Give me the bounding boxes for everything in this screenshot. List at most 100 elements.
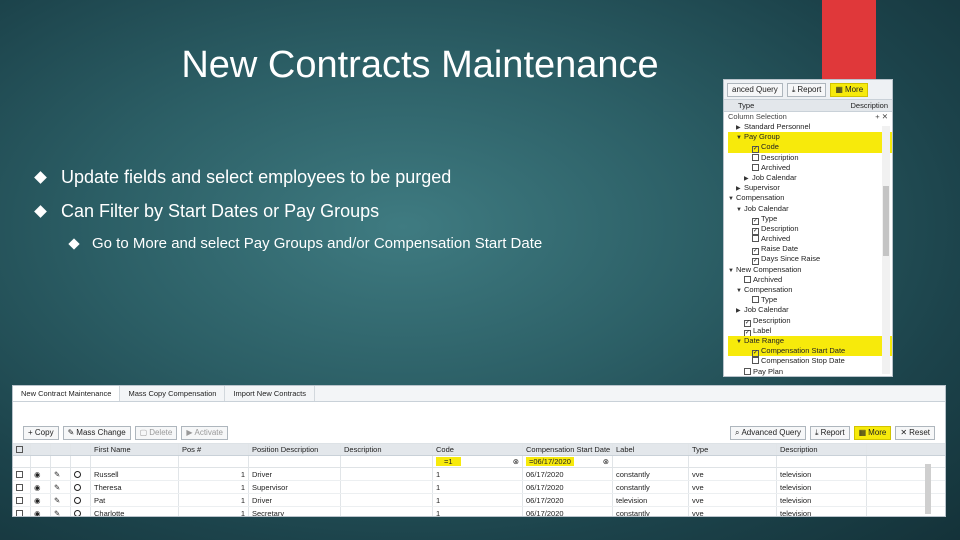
table-row[interactable]: ◉ ✎ Charlotte 1 Secretary 1 06/17/2020 constant… bbox=[13, 507, 945, 517]
tab-mass-copy-compensation[interactable]: Mass Copy Compensation bbox=[120, 386, 226, 401]
checkbox[interactable] bbox=[752, 235, 759, 243]
status-icon[interactable] bbox=[74, 470, 81, 478]
checkbox[interactable] bbox=[744, 275, 751, 283]
tree-node[interactable]: ✓ Description bbox=[728, 316, 892, 327]
tree-node[interactable]: ▶ Job Calendar bbox=[728, 173, 892, 183]
view-icon[interactable]: ◉ bbox=[34, 496, 41, 505]
clear-icon[interactable]: ⊗ bbox=[603, 457, 609, 466]
table-row[interactable]: ◉ ✎ Russell 1 Driver 1 06/17/2020 constantly vve… bbox=[13, 468, 945, 481]
tree-node[interactable]: Archived bbox=[728, 163, 892, 173]
column-header[interactable] bbox=[13, 444, 31, 455]
status-icon[interactable] bbox=[74, 483, 81, 491]
edit-icon[interactable]: ✎ bbox=[54, 483, 60, 492]
column-header[interactable]: First Name bbox=[91, 444, 179, 455]
edit-icon[interactable]: ✎ bbox=[54, 470, 60, 479]
reset-button[interactable]: ✕ Reset bbox=[895, 425, 935, 440]
tree-node[interactable]: ✓ Description bbox=[728, 224, 892, 235]
report-button[interactable]: ⤓ Report bbox=[786, 82, 827, 97]
checkbox[interactable] bbox=[752, 357, 759, 365]
column-header[interactable]: Compensation Start Date bbox=[523, 444, 613, 455]
column-header[interactable]: Position Description bbox=[249, 444, 341, 455]
status-icon[interactable] bbox=[74, 496, 81, 504]
tab-import-new-contracts[interactable]: Import New Contracts bbox=[225, 386, 315, 401]
tree-node[interactable]: ✓ Compensation Start Date bbox=[728, 346, 892, 358]
mass-change-button[interactable]: ✎ Mass Change bbox=[62, 425, 131, 440]
tree-node[interactable]: Compensation Stop Date bbox=[728, 356, 892, 366]
row-checkbox[interactable] bbox=[16, 496, 23, 504]
cell-pos_desc: Driver bbox=[249, 494, 341, 506]
tree-node[interactable]: Description bbox=[728, 153, 892, 163]
code-filter-input[interactable]: =1 ⊗ bbox=[433, 456, 523, 467]
tree-node[interactable]: ▶ Job Calendar bbox=[728, 305, 892, 315]
advanced-query-button[interactable]: ⌕ Advanced Query bbox=[729, 425, 807, 440]
cell-pos: 1 bbox=[179, 481, 249, 493]
checkbox[interactable] bbox=[752, 163, 759, 171]
column-header[interactable]: Pos # bbox=[179, 444, 249, 455]
column-header[interactable] bbox=[71, 444, 91, 455]
tree-node[interactable]: Archived bbox=[728, 234, 892, 244]
tab-new-contract-maintenance[interactable]: New Contract Maintenance bbox=[13, 386, 121, 401]
tree-node[interactable]: ✓ Label bbox=[728, 326, 892, 337]
column-header[interactable]: Description bbox=[341, 444, 433, 455]
tree-node[interactable]: ▼ Job Calendar bbox=[728, 204, 892, 214]
edit-icon[interactable]: ✎ bbox=[54, 496, 60, 505]
edit-icon[interactable]: ✎ bbox=[54, 509, 60, 517]
activate-button[interactable]: ▶ Activate bbox=[181, 425, 228, 440]
more-button[interactable]: ▦ More bbox=[853, 425, 892, 440]
tree-node[interactable]: ▶ Supervisor bbox=[728, 183, 892, 193]
column-header[interactable]: Label bbox=[613, 444, 689, 455]
view-icon[interactable]: ◉ bbox=[34, 483, 41, 492]
cell-type: vve bbox=[689, 481, 777, 493]
tree-node[interactable]: ✓ Code bbox=[728, 142, 892, 154]
advanced-query-button[interactable]: anced Query bbox=[727, 82, 783, 97]
view-icon[interactable]: ◉ bbox=[34, 470, 41, 479]
tree-node[interactable]: ▼ Compensation bbox=[728, 285, 892, 295]
tree-node[interactable]: ▶ Standard Personnel bbox=[728, 122, 892, 132]
grid-scrollbar[interactable] bbox=[925, 464, 931, 514]
row-checkbox[interactable] bbox=[16, 509, 23, 516]
select-all-checkbox[interactable] bbox=[16, 446, 23, 453]
tree-node[interactable]: Archived bbox=[728, 275, 892, 285]
tree-node[interactable]: ✓ Raise Date bbox=[728, 244, 892, 256]
copy-button[interactable]: + Copy bbox=[23, 425, 59, 440]
column-header[interactable] bbox=[51, 444, 71, 455]
column-header[interactable]: Description bbox=[777, 444, 867, 455]
tree-node[interactable]: ▼ New Compensation bbox=[728, 265, 892, 275]
row-checkbox[interactable] bbox=[16, 483, 23, 491]
tree-node-label: Supervisor bbox=[744, 183, 780, 193]
tree-node[interactable]: Pay Plan bbox=[728, 367, 892, 377]
more-button[interactable]: ▦ More bbox=[830, 82, 869, 97]
view-icon[interactable]: ◉ bbox=[34, 509, 41, 517]
checkbox[interactable] bbox=[744, 367, 751, 375]
scrollbar-thumb[interactable] bbox=[883, 186, 889, 256]
tree-node[interactable]: Type bbox=[728, 295, 892, 305]
column-header[interactable]: Code bbox=[433, 444, 523, 455]
column-header[interactable]: Type bbox=[689, 444, 777, 455]
cell-start: 06/17/2020 bbox=[523, 494, 613, 506]
checkbox[interactable] bbox=[752, 296, 759, 304]
clear-icon[interactable]: ⊗ bbox=[513, 457, 519, 466]
status-icon[interactable] bbox=[74, 509, 81, 516]
report-button[interactable]: ⤓ Report bbox=[810, 425, 850, 440]
tree-node-label: Description bbox=[761, 152, 799, 162]
table-row[interactable]: ◉ ✎ Pat 1 Driver 1 06/17/2020 television vve tele… bbox=[13, 494, 945, 507]
tree-node-label: Archived bbox=[761, 234, 791, 244]
start-date-filter-input[interactable]: =06/17/2020 ⊗ bbox=[523, 456, 613, 467]
cell-description: television bbox=[777, 494, 867, 506]
delete-button[interactable]: ▢ Delete bbox=[134, 425, 178, 440]
play-icon: ▶ bbox=[186, 428, 193, 437]
row-checkbox[interactable] bbox=[16, 470, 23, 478]
tree-node-label: Compensation bbox=[744, 285, 793, 294]
tree-node[interactable]: ▼ Date Range bbox=[728, 335, 892, 347]
tree-node[interactable]: ▼ Pay Group bbox=[728, 132, 892, 143]
add-close-icon[interactable]: + ✕ bbox=[875, 112, 888, 122]
tree-node[interactable]: ✓ Days Since Raise bbox=[728, 254, 892, 266]
tree-node[interactable]: ✓ Type bbox=[728, 214, 892, 225]
table-row[interactable]: ◉ ✎ Theresa 1 Supervisor 1 06/17/2020 constantl… bbox=[13, 481, 945, 494]
cell-desc bbox=[341, 494, 433, 506]
column-header[interactable] bbox=[31, 444, 51, 455]
tree-node[interactable]: ▼ Compensation bbox=[728, 193, 892, 203]
checkbox[interactable] bbox=[752, 153, 759, 161]
tree-node-label: Job Calendar bbox=[752, 172, 797, 182]
cell-first: Pat bbox=[91, 494, 179, 506]
